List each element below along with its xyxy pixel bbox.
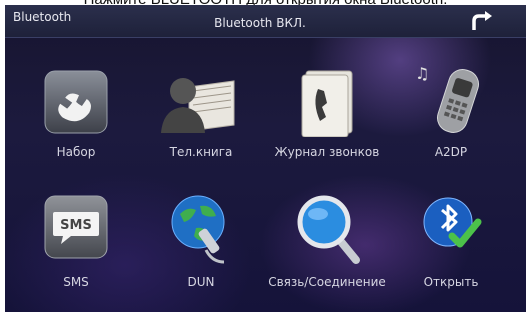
tile-connection[interactable]: Связь/Соединение xyxy=(267,192,387,302)
bluetooth-screen: Bluetooth Bluetooth ВКЛ. Набор Тел.книга xyxy=(5,5,526,312)
tile-label: Набор xyxy=(56,145,96,159)
tile-label: Открыть xyxy=(423,275,479,289)
tile-label: A2DP xyxy=(434,145,468,159)
tile-label: Тел.книга xyxy=(169,145,233,159)
tile-label: Журнал звонков xyxy=(274,145,380,159)
tile-label: SMS xyxy=(63,275,89,289)
globe-network-icon xyxy=(171,195,225,264)
call-log-icon xyxy=(301,70,353,137)
svg-text:SMS: SMS xyxy=(60,218,92,233)
tile-dial[interactable]: Набор xyxy=(16,67,136,177)
tile-phonebook[interactable]: Тел.книга xyxy=(141,67,261,177)
phonebook-icon xyxy=(161,78,235,133)
app-name: Bluetooth xyxy=(13,10,72,24)
tile-sms[interactable]: SMS SMS xyxy=(16,192,136,302)
bluetooth-status-title: Bluetooth ВКЛ. xyxy=(214,16,306,30)
tile-call-log[interactable]: Журнал звонков xyxy=(267,67,387,177)
phone-handset-icon xyxy=(44,70,108,134)
title-bar: Bluetooth Bluetooth ВКЛ. xyxy=(5,5,526,38)
music-phone-icon: ♫ xyxy=(415,64,480,133)
svg-text:♫: ♫ xyxy=(415,64,429,83)
magnifier-icon xyxy=(297,195,360,264)
back-button[interactable] xyxy=(468,10,494,32)
bluetooth-check-icon xyxy=(423,197,482,248)
sms-icon: SMS xyxy=(44,195,108,259)
tile-label: Связь/Соединение xyxy=(268,275,386,289)
tile-label: DUN xyxy=(187,275,215,289)
tile-a2dp[interactable]: ♫ A2DP xyxy=(391,64,511,177)
tile-open[interactable]: Открыть xyxy=(391,192,511,302)
tile-dun[interactable]: DUN xyxy=(141,192,261,302)
back-arrow-icon xyxy=(472,11,492,30)
